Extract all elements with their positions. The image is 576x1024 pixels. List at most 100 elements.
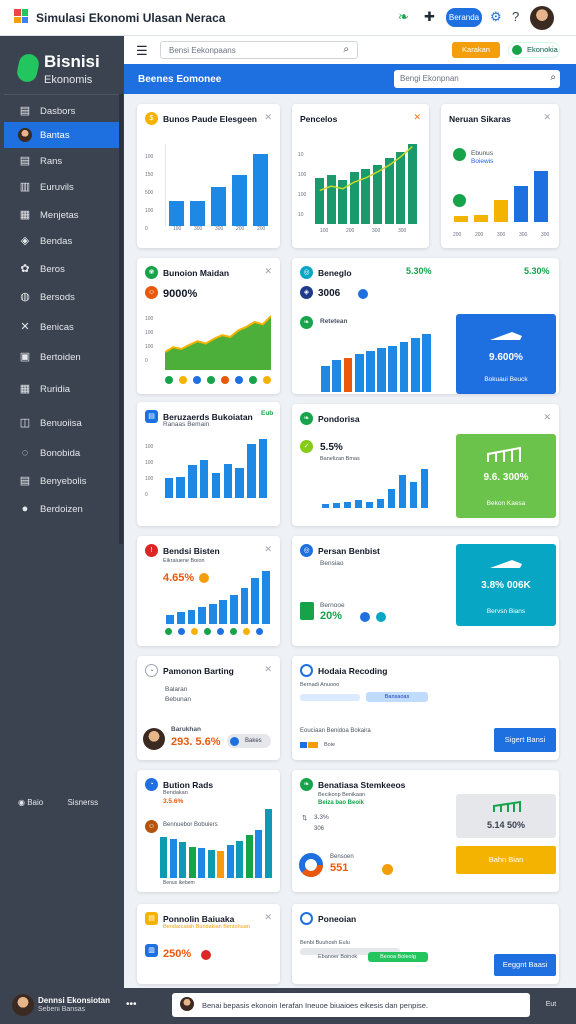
card-c6[interactable]: ▤ Beruzaerds Bukoiatan Eub Ranaas Bemain…	[137, 402, 280, 526]
sidebar-item-8[interactable]: ◍ Bersods	[4, 284, 120, 310]
search-icon[interactable]: ⌕	[550, 72, 556, 83]
input-avatar	[180, 997, 194, 1011]
card-c1[interactable]: $ Bunos Paude Elesgeen ✕ 100 150 500 100 0 1…	[137, 104, 280, 248]
person-name: Barukhan	[171, 726, 201, 733]
sidebar-item-2[interactable]: Bantas	[4, 122, 120, 148]
tag-pill[interactable]: Beooa Boleolg	[368, 952, 428, 962]
axis-tick-label: 100	[320, 228, 329, 234]
sidebar-item-label: Bonobida	[40, 448, 81, 459]
card-c15[interactable]: Poneoian Benbi Buuhosh Eulu Ebanoer Boin…	[292, 904, 559, 984]
close-icon[interactable]: ✕	[264, 664, 272, 675]
close-icon[interactable]: ✕	[264, 912, 272, 923]
chart-bar	[252, 153, 269, 226]
card-c14[interactable]: ▤ Ponnolin Baiuaka ✕ Bendarcatah Bundaki…	[137, 904, 280, 984]
orange-button[interactable]: Bahn Bian	[456, 846, 556, 874]
close-icon[interactable]: ✕	[264, 544, 272, 555]
card-c4[interactable]: ❀ Bunoion Maidan ✕ ☺ 9000% 100 100 100 0	[137, 258, 280, 394]
card-c10[interactable]: ◔ Pamonon Barting ✕ Balaran Bebunan Baru…	[137, 656, 280, 760]
tile-3[interactable]: 3.8% 006K Bervsn Bians	[456, 544, 556, 626]
sidebar-item-4[interactable]: ▥ Euruvils	[4, 174, 120, 200]
brand[interactable]: Bisnisi Ekonomis	[14, 48, 114, 92]
leaf-icon[interactable]: ❧	[398, 9, 409, 25]
close-icon[interactable]: ✕	[413, 112, 421, 123]
coin-icon	[382, 864, 393, 875]
chart-c7	[320, 454, 430, 508]
close-icon[interactable]: ✕	[264, 266, 272, 277]
chart-bar	[179, 842, 187, 878]
sidebar-item-15[interactable]: ● Berdoizen	[4, 496, 120, 522]
sidebar-item-6[interactable]: ◈ Bendas	[4, 228, 120, 254]
message-input[interactable]: Benai bepasis ekonoin Ierafan Ineuoe biu…	[172, 993, 530, 1017]
chart-bar	[534, 171, 548, 222]
card-c8[interactable]: ! Bendsi Bisten ✕ Eikraiuene Boion 4.65%	[137, 536, 280, 646]
sidebar-footer-left: Baio	[27, 798, 44, 807]
user-avatar[interactable]	[12, 994, 34, 1016]
card-c3[interactable]: Neruan Sikaras ✕ Ebunus Boiewis 200 200 30…	[441, 104, 559, 248]
info-icon[interactable]	[360, 612, 370, 622]
card-c5[interactable]: ◎ Beneglo 5.30% 5.30% ◈ 3006 ❧ Retetean …	[292, 258, 559, 394]
chart-bar	[176, 476, 185, 498]
legend-dot	[179, 376, 187, 384]
puzzle-icon[interactable]: ✚	[424, 9, 435, 25]
progress-pill-1	[300, 694, 360, 701]
send-chip[interactable]: Eut	[536, 997, 566, 1013]
card-sub-1: Balaran	[165, 686, 188, 693]
card-value: 551	[330, 862, 349, 874]
chart-bar	[354, 353, 364, 392]
sidebar-item-12[interactable]: ◫ Benuoiisa	[4, 410, 120, 436]
sidebar-item-icon: ▤	[19, 155, 31, 167]
close-icon[interactable]: ✕	[543, 412, 551, 423]
help-icon[interactable]: ?	[512, 9, 519, 24]
sidebar-item-3[interactable]: ▤ Rans	[4, 148, 120, 174]
legend-dot	[217, 628, 224, 635]
close-icon[interactable]: ✕	[264, 112, 272, 123]
tag-label: Beooa Boleolg	[380, 954, 416, 960]
green-block-icon	[300, 602, 314, 620]
card-c7[interactable]: ❧ Pondorisa ✕ ✓ 5.5% Banelizan Bmas 9.6.…	[292, 404, 559, 526]
card-c9[interactable]: ◎ Persan Benbist Bensiao Bernooe 20% 3.8…	[292, 536, 559, 646]
top-search-input[interactable]: Bensi Eekonpaans ⌕	[160, 41, 358, 59]
info-icon-2[interactable]	[376, 612, 386, 622]
more-icon[interactable]: •••	[126, 999, 137, 1010]
cta-button[interactable]: Eeggnt Baasi	[494, 954, 556, 976]
sidebar-item-9[interactable]: ✕ Benicas	[4, 314, 120, 340]
card-c2[interactable]: Pencelos ✕ 10 100 100 10 100 200 300 300	[292, 104, 429, 248]
sidebar-item-14[interactable]: ▤ Benyebolis	[4, 468, 120, 494]
tile-1[interactable]: 9.600% Bokuaui Beuck	[456, 314, 556, 394]
settings-icon[interactable]: ⚙	[490, 9, 502, 25]
axis-tick-label: 100	[298, 172, 307, 178]
card-badge: Beiza bao Beoik	[318, 800, 365, 806]
home-pill-button[interactable]: Beranda	[446, 8, 482, 27]
search-icon[interactable]: ⌕	[343, 44, 349, 55]
green-action-button[interactable]: Ekonokia	[508, 42, 560, 58]
sidebar-item-5[interactable]: ▦ Menjetas	[4, 202, 120, 228]
tag-pill[interactable]: Bansaoas	[366, 692, 428, 702]
sidebar-item-11[interactable]: ▦ Ruridia	[4, 376, 120, 402]
orange-action-button[interactable]: Karakan	[452, 42, 500, 58]
sidebar-scrollbar[interactable]	[119, 94, 123, 544]
header-search-input[interactable]: Bengi Ekonpnan ⌕	[394, 70, 560, 88]
legend-dot	[263, 376, 271, 384]
card-c12[interactable]: ◔ Bution Rads Bendakan 3.5.6% ☺ Bennuebo…	[137, 770, 280, 892]
card-c11[interactable]: Hodaia Recoding Bernadi Anuooo Bansaoas …	[292, 656, 559, 760]
card-c13[interactable]: ❧ Benatiasa Stemkeeos Becikonp Benikaan …	[292, 770, 559, 892]
sidebar-item-7[interactable]: ✿ Beros	[4, 256, 120, 282]
sidebar-item-label: Bendas	[40, 236, 73, 247]
chart-bar	[245, 835, 253, 878]
tile-2[interactable]: 9.6. 300% Bekon Kaesa	[456, 434, 556, 518]
cta-button[interactable]: Sigert Bansi	[494, 728, 556, 752]
sidebar-item-13[interactable]: ◌ Bonobida	[4, 440, 120, 466]
legend-dot	[221, 376, 229, 384]
tile-4[interactable]: 5.14 50%	[456, 794, 556, 838]
app-grid-icon[interactable]	[14, 9, 28, 23]
axis-tick-label: 10	[298, 152, 304, 158]
sidebar-item-10[interactable]: ▣ Bertoiden	[4, 344, 120, 370]
info-icon[interactable]	[358, 289, 368, 299]
user-avatar[interactable]	[530, 6, 554, 30]
hamburger-menu-icon[interactable]: ☰	[136, 43, 148, 59]
sidebar-item-1[interactable]: ▤ Dasbors	[4, 98, 120, 124]
chart-bar	[494, 200, 508, 222]
chart-bar	[166, 615, 175, 624]
sidebar-footer[interactable]: ◉ Baio Sisnerss	[18, 798, 98, 807]
close-icon[interactable]: ✕	[543, 112, 551, 123]
